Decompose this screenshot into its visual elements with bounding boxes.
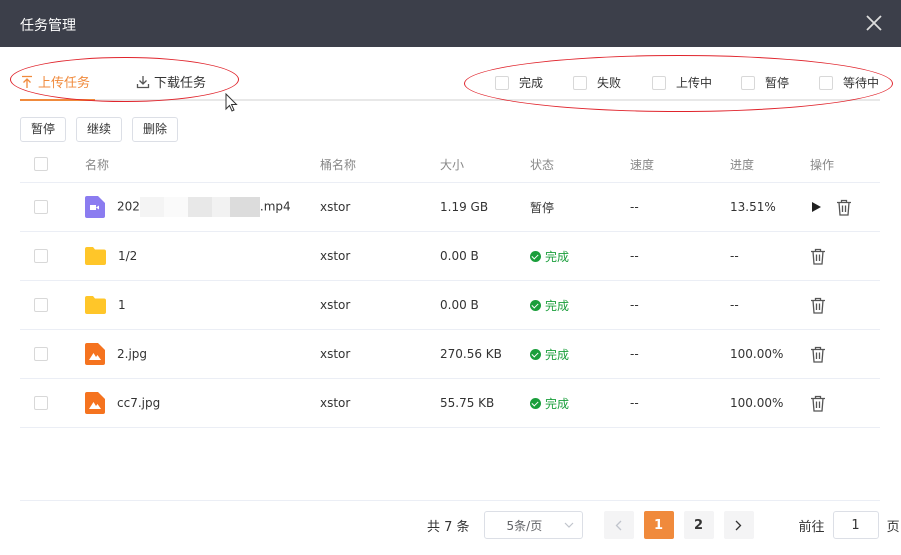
header-progress: 进度 (730, 157, 755, 172)
goto-page-input[interactable]: 1 (832, 511, 879, 539)
file-name-suffix: .mp4 (259, 199, 291, 214)
header-size: 大小 (440, 157, 465, 172)
bucket-cell: xstor (320, 347, 351, 361)
progress-cell: -- (730, 298, 739, 312)
table-row[interactable]: 2.jpg xstor 270.56 KB 完成 -- 100.00% (20, 330, 880, 379)
size-cell: 0.00 B (440, 249, 479, 263)
trash-icon[interactable] (810, 297, 826, 314)
success-icon (530, 348, 541, 360)
header-speed: 速度 (630, 157, 655, 172)
bucket-cell: xstor (320, 396, 351, 410)
row-checkbox[interactable] (34, 249, 48, 263)
task-table: 名称 桶名称 大小 状态 速度 进度 操作 202 .mp4 xstor 1.19… (20, 146, 880, 428)
size-cell: 55.75 KB (440, 396, 495, 410)
image-file-icon (85, 343, 105, 365)
progress-cell: -- (730, 249, 739, 263)
status-cell: 暂停 (530, 200, 555, 215)
status-text: 完成 (545, 347, 570, 362)
pagination: 共 7 条 5条/页 1 2 前往 1 页 (427, 511, 900, 539)
page-size-select[interactable]: 5条/页 (483, 511, 583, 539)
speed-cell: -- (630, 347, 639, 361)
footer-divider (20, 500, 880, 501)
chevron-right-icon (735, 520, 742, 530)
table-row[interactable]: 202 .mp4 xstor 1.19 GB 暂停 -- 13.51% (20, 183, 880, 232)
table-row[interactable]: 1 xstor 0.00 B 完成 -- -- (20, 281, 880, 330)
file-name: 1 (118, 298, 126, 312)
page-button-2[interactable]: 2 (683, 511, 714, 539)
speed-cell: -- (630, 200, 639, 214)
title-bar: 任务管理 (0, 0, 901, 47)
size-cell: 0.00 B (440, 298, 479, 312)
progress-cell: 100.00% (730, 396, 784, 410)
image-file-icon (85, 392, 105, 414)
file-name: 202 .mp4 (117, 197, 291, 217)
goto-unit: 页 (886, 519, 900, 535)
close-icon[interactable] (865, 14, 883, 32)
next-page-button[interactable] (723, 511, 754, 539)
size-cell: 1.19 GB (440, 200, 489, 214)
pause-button[interactable]: 暂停 (20, 117, 67, 142)
page-size-value: 5条/页 (506, 518, 543, 533)
speed-cell: -- (630, 298, 639, 312)
row-checkbox[interactable] (34, 396, 48, 410)
bucket-cell: xstor (320, 298, 351, 312)
bucket-cell: xstor (320, 200, 351, 214)
redacted-area (139, 197, 260, 217)
trash-icon[interactable] (810, 395, 826, 412)
annotation-ellipse-filters (464, 55, 893, 112)
progress-cell: 13.51% (730, 200, 776, 214)
header-bucket: 桶名称 (320, 157, 357, 172)
play-icon[interactable] (810, 201, 822, 213)
delete-button[interactable]: 删除 (132, 117, 179, 142)
prev-page-button[interactable] (603, 511, 634, 539)
file-name: 1/2 (118, 249, 138, 263)
annotation-ellipse-tabs (10, 57, 239, 102)
header-ops: 操作 (810, 157, 835, 172)
header-status: 状态 (530, 157, 555, 172)
success-icon (530, 250, 541, 262)
status-text: 完成 (545, 396, 570, 411)
row-checkbox[interactable] (34, 298, 48, 312)
size-cell: 270.56 KB (440, 347, 502, 361)
mouse-cursor-icon (225, 93, 238, 112)
window-title: 任务管理 (20, 18, 76, 34)
progress-cell: 100.00% (730, 347, 784, 361)
trash-icon[interactable] (810, 248, 826, 265)
header-name: 名称 (85, 157, 110, 172)
goto-label: 前往 (798, 519, 825, 535)
trash-icon[interactable] (836, 199, 852, 216)
status-text: 完成 (545, 298, 570, 313)
action-toolbar: 暂停 继续 删除 (20, 117, 179, 142)
resume-button[interactable]: 继续 (76, 117, 123, 142)
select-all-checkbox[interactable] (34, 157, 48, 171)
status-text: 完成 (545, 249, 570, 264)
speed-cell: -- (630, 396, 639, 410)
file-name: 2.jpg (117, 347, 148, 361)
video-file-icon (85, 196, 105, 218)
file-name-prefix: 202 (117, 199, 140, 214)
success-icon (530, 397, 541, 409)
chevron-left-icon (615, 520, 622, 530)
chevron-down-icon (564, 522, 573, 528)
total-count: 共 7 条 (427, 519, 470, 535)
folder-icon (85, 296, 106, 314)
page-button-1[interactable]: 1 (643, 511, 674, 539)
trash-icon[interactable] (810, 346, 826, 363)
folder-icon (85, 247, 106, 265)
table-row[interactable]: 1/2 xstor 0.00 B 完成 -- -- (20, 232, 880, 281)
file-name: cc7.jpg (117, 396, 161, 410)
speed-cell: -- (630, 249, 639, 263)
bucket-cell: xstor (320, 249, 351, 263)
success-icon (530, 299, 541, 311)
row-checkbox[interactable] (34, 200, 48, 214)
row-checkbox[interactable] (34, 347, 48, 361)
goto-page: 前往 1 页 (799, 511, 900, 539)
table-row[interactable]: cc7.jpg xstor 55.75 KB 完成 -- 100.00% (20, 379, 880, 428)
table-header: 名称 桶名称 大小 状态 速度 进度 操作 (20, 146, 880, 183)
